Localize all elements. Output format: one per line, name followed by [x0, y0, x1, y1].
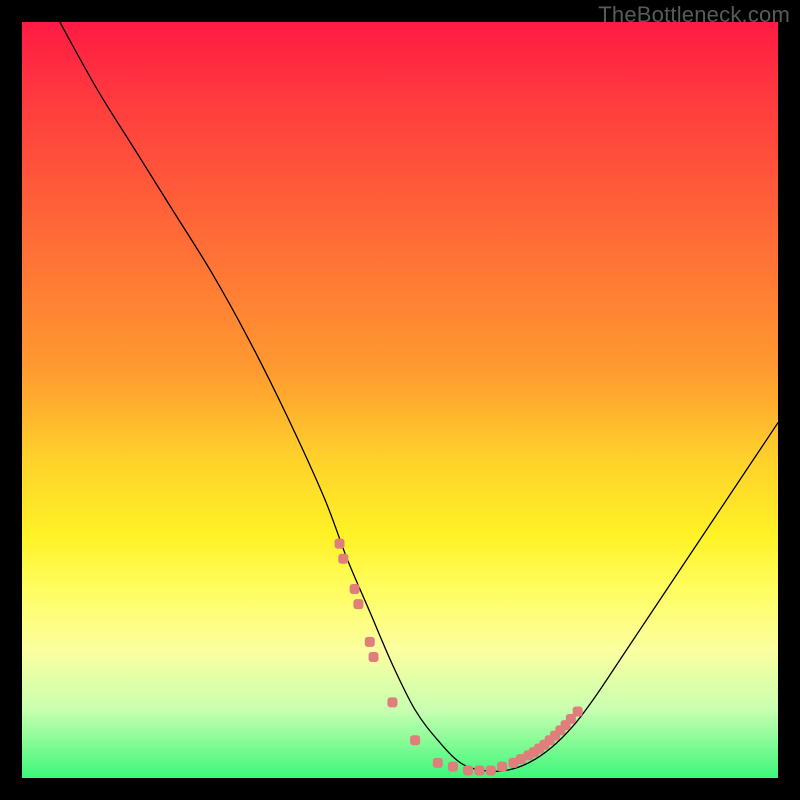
curve-marker: [486, 765, 496, 775]
marker-cluster-left: [335, 539, 485, 776]
bottleneck-curve-layer: [22, 22, 778, 778]
bottleneck-curve: [60, 22, 778, 771]
curve-marker: [474, 765, 484, 775]
watermark-text: TheBottleneck.com: [598, 2, 790, 28]
curve-marker: [448, 762, 458, 772]
curve-marker: [387, 697, 397, 707]
curve-marker: [433, 758, 443, 768]
plot-area: [22, 22, 778, 778]
curve-marker: [410, 735, 420, 745]
curve-marker: [463, 765, 473, 775]
curve-marker: [335, 539, 345, 549]
curve-marker: [350, 584, 360, 594]
curve-marker: [369, 652, 379, 662]
curve-marker: [497, 762, 507, 772]
curve-marker: [573, 706, 583, 716]
curve-marker: [353, 599, 363, 609]
curve-marker: [365, 637, 375, 647]
curve-marker: [338, 554, 348, 564]
curve-group: [60, 22, 778, 771]
marker-cluster-right: [486, 706, 583, 775]
chart-frame: TheBottleneck.com: [0, 0, 800, 800]
